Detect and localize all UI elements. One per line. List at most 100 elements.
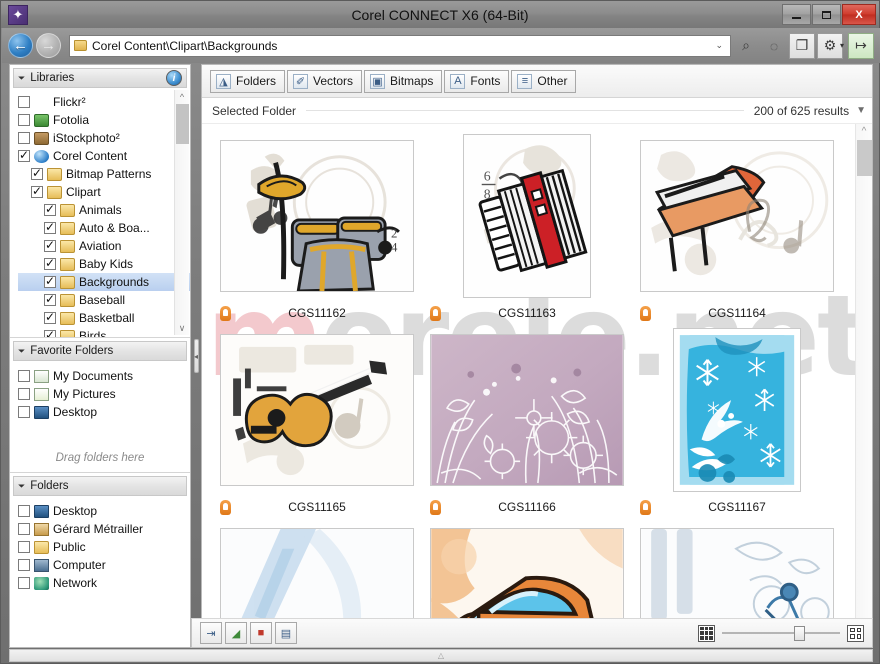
checkbox[interactable] xyxy=(44,310,56,324)
favorites-list[interactable]: My Documents My Pictures Desktop xyxy=(10,361,190,452)
collapse-caret-icon[interactable]: ⏷ xyxy=(18,346,25,357)
status-grip-bar[interactable]: △ xyxy=(9,649,873,662)
checkbox[interactable] xyxy=(18,388,30,400)
checkbox[interactable] xyxy=(18,523,30,535)
scroll-down-icon[interactable]: ∨ xyxy=(179,321,186,335)
scroll-up-icon[interactable]: ^ xyxy=(862,124,867,140)
checkbox[interactable] xyxy=(44,202,56,216)
tree-item[interactable]: My Pictures xyxy=(18,385,190,403)
thumbnail-cell[interactable]: CGS11164 xyxy=(632,132,842,326)
collapse-caret-icon[interactable]: ⏷ xyxy=(18,481,25,492)
export-button[interactable]: ◢ xyxy=(225,622,247,644)
tree-item[interactable]: Birds xyxy=(18,327,190,337)
refresh-search-icon[interactable]: ◌ xyxy=(761,33,787,59)
collapse-caret-icon[interactable]: ⏷ xyxy=(18,73,25,84)
search-icon[interactable]: ⌕ xyxy=(733,33,759,59)
thumbnail-cell[interactable]: CGS11165 xyxy=(212,326,422,520)
thumbnail-image[interactable] xyxy=(673,328,801,492)
filter-tab-bitmaps[interactable]: ▣ Bitmaps xyxy=(364,69,443,93)
checkbox[interactable] xyxy=(44,292,56,306)
checkbox[interactable] xyxy=(18,505,30,517)
checkbox[interactable] xyxy=(18,370,30,382)
collapse-triangle-icon[interactable]: △ xyxy=(438,651,444,660)
maximize-button[interactable] xyxy=(812,4,841,25)
tree-item[interactable]: Gérard Métrailler xyxy=(18,520,190,538)
scroll-up-icon[interactable]: ^ xyxy=(180,90,184,104)
chevron-down-icon[interactable]: ⌄ xyxy=(715,40,726,51)
tree-item[interactable]: Baseball xyxy=(18,291,190,309)
tree-item[interactable]: Animals xyxy=(18,201,190,219)
folders-header[interactable]: ⏷ Folders xyxy=(13,476,187,496)
slider-knob[interactable] xyxy=(794,626,805,641)
checkbox[interactable] xyxy=(44,328,56,337)
address-bar[interactable]: Corel Content\Clipart\Backgrounds ⌄ xyxy=(69,34,731,57)
tree-item[interactable]: Clipart xyxy=(18,183,190,201)
filter-tab-folders[interactable]: ◮ Folders xyxy=(210,69,286,93)
address-input[interactable]: Corel Content\Clipart\Backgrounds xyxy=(92,39,715,53)
thumbnail-cell[interactable]: 2 4 CGS11162 xyxy=(212,132,422,326)
minimize-button[interactable] xyxy=(782,4,811,25)
thumbnail-cell[interactable]: CGS11167 xyxy=(632,326,842,520)
checkbox[interactable] xyxy=(31,166,43,180)
tree-item[interactable]: Flickr² xyxy=(18,93,190,111)
thumbnail-image-box[interactable]: 6 8 xyxy=(422,132,632,300)
tray-icon[interactable]: ❐ xyxy=(788,32,815,59)
scroll-thumb[interactable] xyxy=(856,140,872,176)
thumbnail-image-box[interactable] xyxy=(212,326,422,494)
thumbnail-image[interactable]: 6 8 xyxy=(463,134,591,298)
checkbox[interactable] xyxy=(18,148,30,162)
checkbox[interactable] xyxy=(18,132,30,144)
libraries-header[interactable]: ⏷ Libraries i xyxy=(13,68,187,88)
tree-item[interactable]: Public xyxy=(18,538,190,556)
thumbnail-cell[interactable]: CGS11166 xyxy=(422,326,632,520)
checkbox[interactable] xyxy=(18,541,30,553)
tree-item[interactable]: My Documents xyxy=(18,367,190,385)
tree-item[interactable]: Auto & Boa... xyxy=(18,219,190,237)
forward-button[interactable]: → xyxy=(36,33,61,58)
filter-tab-vectors[interactable]: ✐ Vectors xyxy=(287,69,363,93)
tree-item[interactable]: Bitmap Patterns xyxy=(18,165,190,183)
checkbox[interactable] xyxy=(18,114,30,126)
delete-button[interactable]: ■ xyxy=(250,622,272,644)
checkbox[interactable] xyxy=(31,184,43,198)
thumbnail-image[interactable] xyxy=(220,334,414,486)
thumbnail-image-box[interactable] xyxy=(422,326,632,494)
settings-caret-icon[interactable]: ▾ xyxy=(840,41,844,50)
tree-item[interactable]: Network xyxy=(18,574,190,592)
thumbnail-image[interactable] xyxy=(430,334,624,486)
filter-tab-other[interactable]: ≡ Other xyxy=(511,69,577,93)
checkbox[interactable] xyxy=(18,577,30,589)
checkbox[interactable] xyxy=(18,406,30,418)
checkbox[interactable] xyxy=(44,220,56,234)
back-button[interactable]: ← xyxy=(8,33,33,58)
small-thumbnails-icon[interactable] xyxy=(698,624,715,642)
splitter-grip[interactable]: ◂ xyxy=(193,339,199,373)
libraries-scrollbar[interactable]: ^ ∨ xyxy=(174,90,189,335)
tray-button[interactable]: ▤ xyxy=(275,622,297,644)
tree-item[interactable]: iStockphoto² xyxy=(18,129,190,147)
checkbox[interactable] xyxy=(44,274,56,288)
panel-splitter[interactable]: ◂ xyxy=(191,64,201,648)
tree-item[interactable]: Aviation xyxy=(18,237,190,255)
thumbnail-cell[interactable]: 6 8 CGS11163 xyxy=(422,132,632,326)
thumbnail-image-box[interactable] xyxy=(632,132,842,300)
tree-item[interactable]: Backgrounds xyxy=(18,273,190,291)
thumbnail-image-box[interactable] xyxy=(632,326,842,494)
favorites-header[interactable]: ⏷ Favorite Folders xyxy=(13,341,187,361)
large-thumbnails-icon[interactable] xyxy=(847,624,864,642)
filter-tab-fonts[interactable]: A Fonts xyxy=(444,69,510,93)
thumbnail-image[interactable]: 2 4 xyxy=(220,140,414,292)
thumbnail-image-box[interactable]: 2 4 xyxy=(212,132,422,300)
scroll-thumb[interactable] xyxy=(175,104,189,144)
thumbnail-image[interactable] xyxy=(640,140,834,292)
thumbnail-grid[interactable]: 2 4 CGS11162 6 8 CGS11163 CGS11164 CGS11… xyxy=(202,124,855,647)
tree-item[interactable]: Desktop xyxy=(18,502,190,520)
tree-item[interactable]: Computer xyxy=(18,556,190,574)
checkbox[interactable] xyxy=(18,96,30,108)
tree-item[interactable]: Baby Kids xyxy=(18,255,190,273)
grid-scrollbar[interactable]: ^ ∨ xyxy=(855,124,872,647)
checkbox[interactable] xyxy=(18,559,30,571)
export-icon[interactable]: ↦ xyxy=(848,32,874,59)
thumbnail-size-slider[interactable] xyxy=(722,626,840,641)
checkbox[interactable] xyxy=(44,238,56,252)
